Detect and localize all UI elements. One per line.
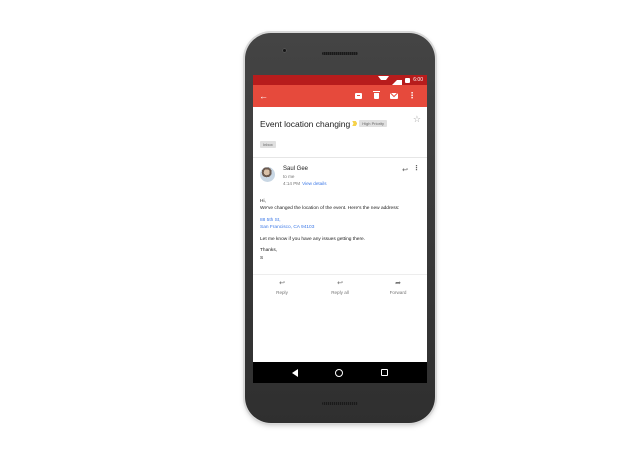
battery-icon (405, 77, 411, 83)
email-body: Hi, We've changed the location of the ev… (253, 186, 427, 262)
email-subject: Event location changing (260, 119, 351, 129)
mark-unread-icon (390, 93, 398, 99)
mark-unread-button[interactable] (385, 85, 403, 107)
wifi-icon (378, 75, 390, 85)
address-link-line-1[interactable]: 88 5th St, (260, 217, 419, 224)
recipient-line: to me (283, 174, 295, 179)
status-time: 6:00 (413, 77, 423, 83)
sender-name: Saul Gee (283, 166, 309, 172)
forward-button[interactable]: ➦ Forward (373, 280, 423, 295)
reply-all-button[interactable]: ↩ Reply all (315, 280, 365, 295)
subject-header: Event location changing High Priority Inb… (253, 107, 427, 158)
body-signature: S (260, 255, 264, 261)
reply-button[interactable]: ↩ Reply (257, 280, 307, 295)
bottom-speaker (322, 402, 358, 405)
nav-back-icon[interactable] (291, 368, 298, 377)
avatar[interactable] (260, 167, 275, 182)
message-actions: ↩ Reply ↩ Reply all ➦ Forward (253, 273, 427, 295)
nav-home-icon[interactable] (335, 368, 344, 377)
status-bar: 6:00 (253, 75, 427, 85)
body-greeting: Hi, (260, 199, 266, 204)
reply-action-icon: ↩ (279, 279, 285, 287)
delete-icon (372, 91, 380, 99)
back-arrow-icon[interactable]: ← (259, 91, 268, 101)
archive-button[interactable] (349, 85, 367, 107)
forward-icon: ➦ (395, 279, 401, 287)
sender-row: Saul Gee to me 4:14 PM View details ↩ ⋮ (253, 158, 427, 186)
important-marker-icon[interactable] (352, 121, 358, 126)
time-line: 4:14 PM View details (283, 181, 421, 186)
body-line-1: We've changed the location of the event.… (260, 206, 400, 212)
app-bar: ← ⋮ (253, 85, 427, 107)
more-options-button[interactable]: ⋮ (403, 85, 421, 107)
forward-label: Forward (389, 289, 407, 295)
signal-icon (392, 75, 403, 85)
more-vert-icon: ⋮ (408, 91, 416, 100)
address-link-line-2[interactable]: San Francisco, CA 94103 (260, 224, 419, 231)
priority-label[interactable]: High Priority (359, 120, 388, 127)
delete-button[interactable] (367, 85, 385, 107)
camera-lens (282, 48, 287, 53)
reply-icon[interactable]: ↩ (402, 166, 408, 174)
reply-all-label: Reply all (331, 289, 349, 295)
reply-label: Reply (276, 289, 288, 295)
top-speaker (322, 52, 358, 55)
archive-icon (354, 93, 362, 99)
body-line-2: Let me know if you have any issues getti… (260, 236, 366, 242)
reply-all-icon: ↩ (337, 279, 343, 287)
folder-label[interactable]: Inbox (260, 141, 276, 148)
body-signoff: Thanks, (260, 248, 278, 254)
star-icon[interactable]: ☆ (413, 115, 421, 124)
phone-screen: 6:00 ← ⋮ Event location changing High Pri… (253, 75, 427, 383)
phone-device: 6:00 ← ⋮ Event location changing High Pri… (245, 33, 435, 423)
message-more-icon[interactable]: ⋮ (413, 164, 420, 172)
sent-time: 4:14 PM (283, 181, 301, 186)
system-nav-bar (253, 362, 427, 383)
view-details-link[interactable]: View details (302, 181, 326, 186)
nav-recents-icon[interactable] (381, 369, 389, 376)
